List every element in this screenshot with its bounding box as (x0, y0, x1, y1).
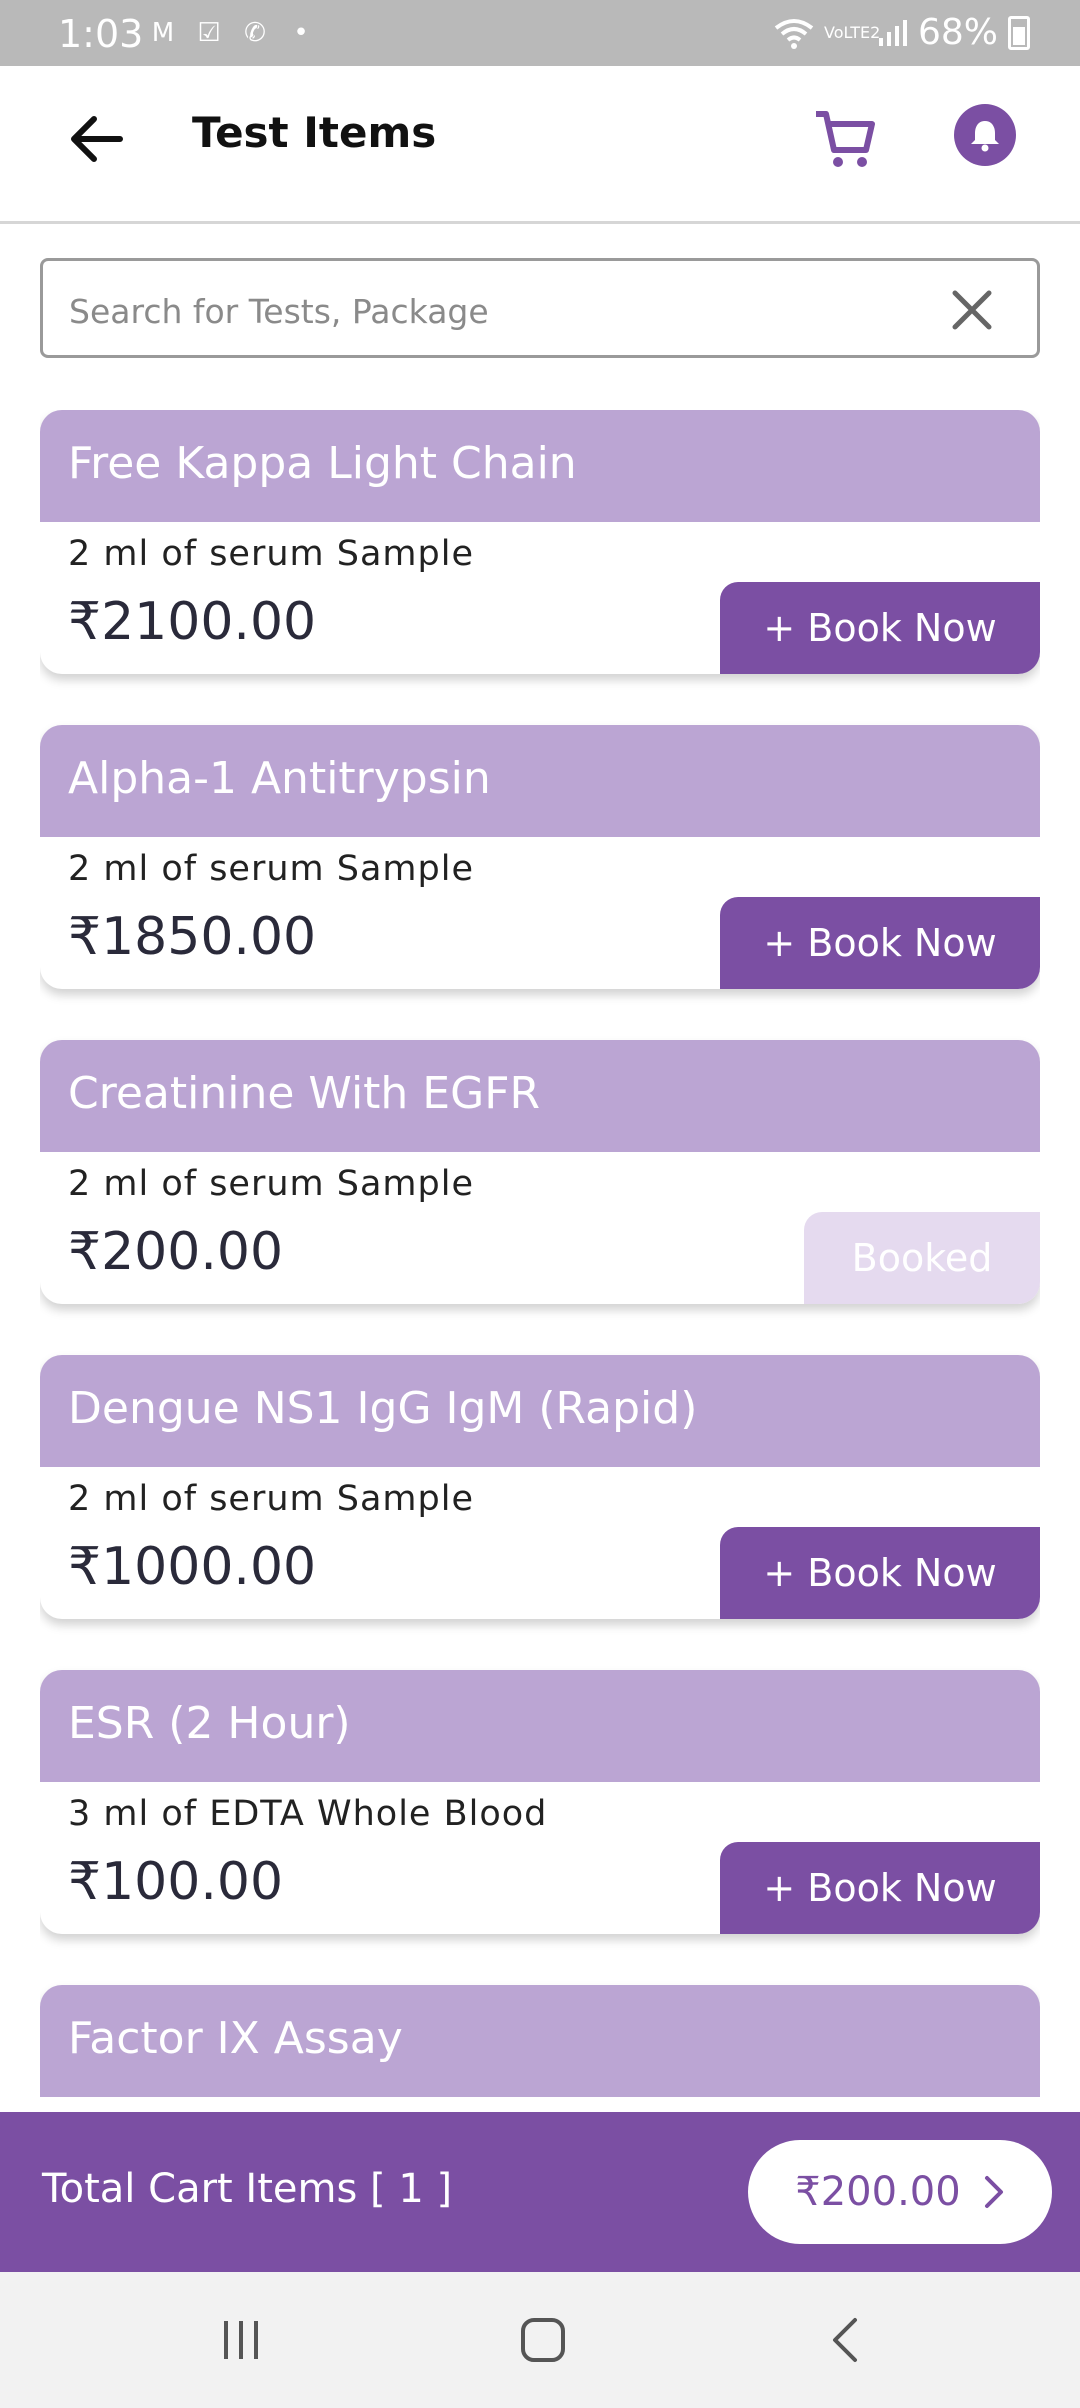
test-name: Factor IX Assay (40, 1985, 1040, 2097)
book-now-button[interactable]: + Book Now (720, 897, 1040, 989)
notification-icons: M ☑ ✆ • (146, 16, 318, 50)
test-name: Alpha-1 Antitrypsin (40, 725, 1040, 837)
back-chevron-icon (833, 2318, 857, 2362)
test-price: ₹1000.00 (68, 1537, 317, 1597)
status-right: VoLTE2 68% (774, 12, 1030, 53)
gmail-icon: M (151, 18, 175, 48)
cart-total-button[interactable]: ₹200.00 (748, 2140, 1052, 2244)
search-box (40, 258, 1040, 358)
test-card: ESR (2 Hour) 3 ml of EDTA Whole Blood ₹1… (40, 1670, 1040, 1934)
test-card: Alpha-1 Antitrypsin 2 ml of serum Sample… (40, 725, 1040, 989)
test-sample: 2 ml of serum Sample (68, 1164, 474, 1204)
test-list: Free Kappa Light Chain 2 ml of serum Sam… (40, 410, 1040, 2110)
app-header: Test Items (0, 66, 1080, 224)
test-sample: 3 ml of EDTA Whole Blood (68, 1794, 548, 1834)
test-price: ₹1850.00 (68, 907, 317, 967)
search-input[interactable] (69, 287, 929, 335)
cart-total-amount: ₹200.00 (795, 2169, 961, 2215)
book-now-button[interactable]: + Book Now (720, 1527, 1040, 1619)
cart-button[interactable] (810, 104, 880, 174)
test-card: Dengue NS1 IgG IgM (Rapid) 2 ml of serum… (40, 1355, 1040, 1619)
test-sample: 2 ml of serum Sample (68, 534, 474, 574)
cart-icon (816, 111, 875, 167)
test-card: Creatinine With EGFR 2 ml of serum Sampl… (40, 1040, 1040, 1304)
phone-icon: ✆ (244, 18, 266, 48)
test-sample: 2 ml of serum Sample (68, 1479, 474, 1519)
status-time: 1:03 (58, 12, 144, 56)
test-price: ₹100.00 (68, 1852, 284, 1912)
home-icon (521, 2318, 565, 2362)
close-icon (952, 290, 992, 330)
battery-icon (1008, 15, 1030, 50)
back-arrow-icon (71, 116, 123, 162)
network-type: VoLTE2 (823, 22, 881, 42)
clear-search-button[interactable] (949, 287, 995, 333)
test-card: Free Kappa Light Chain 2 ml of serum Sam… (40, 410, 1040, 674)
cart-items-label: Total Cart Items [ 1 ] (42, 2166, 453, 2212)
recent-apps-button[interactable] (206, 2310, 276, 2370)
back-button[interactable] (62, 104, 132, 174)
chevron-right-icon (984, 2176, 1003, 2208)
book-now-button[interactable]: + Book Now (720, 1842, 1040, 1934)
cart-summary-bar: Total Cart Items [ 1 ] ₹200.00 (0, 2112, 1080, 2272)
test-card: Factor IX Assay (40, 1985, 1040, 2110)
test-name: Dengue NS1 IgG IgM (Rapid) (40, 1355, 1040, 1467)
checkbox-app-icon: ☑ (197, 18, 221, 48)
test-price: ₹200.00 (68, 1222, 284, 1282)
page-title: Test Items (192, 108, 437, 157)
system-nav-bar (0, 2272, 1080, 2408)
notifications-button[interactable] (954, 104, 1016, 166)
test-name: Free Kappa Light Chain (40, 410, 1040, 522)
test-price: ₹2100.00 (68, 592, 317, 652)
status-bar: 1:03 M ☑ ✆ • VoLTE2 68% (0, 0, 1080, 66)
signal-icon (878, 19, 907, 46)
bell-icon (971, 121, 999, 152)
wifi-icon (774, 18, 814, 49)
test-sample: 2 ml of serum Sample (68, 849, 474, 889)
book-now-button[interactable]: + Book Now (720, 582, 1040, 674)
recent-apps-icon (224, 2321, 258, 2359)
test-name: ESR (2 Hour) (40, 1670, 1040, 1782)
system-back-button[interactable] (810, 2310, 880, 2370)
booked-button[interactable]: Booked (804, 1212, 1040, 1304)
home-button[interactable] (508, 2310, 578, 2370)
test-name: Creatinine With EGFR (40, 1040, 1040, 1152)
dot-icon: • (293, 18, 309, 48)
battery-percent: 68% (917, 12, 998, 53)
